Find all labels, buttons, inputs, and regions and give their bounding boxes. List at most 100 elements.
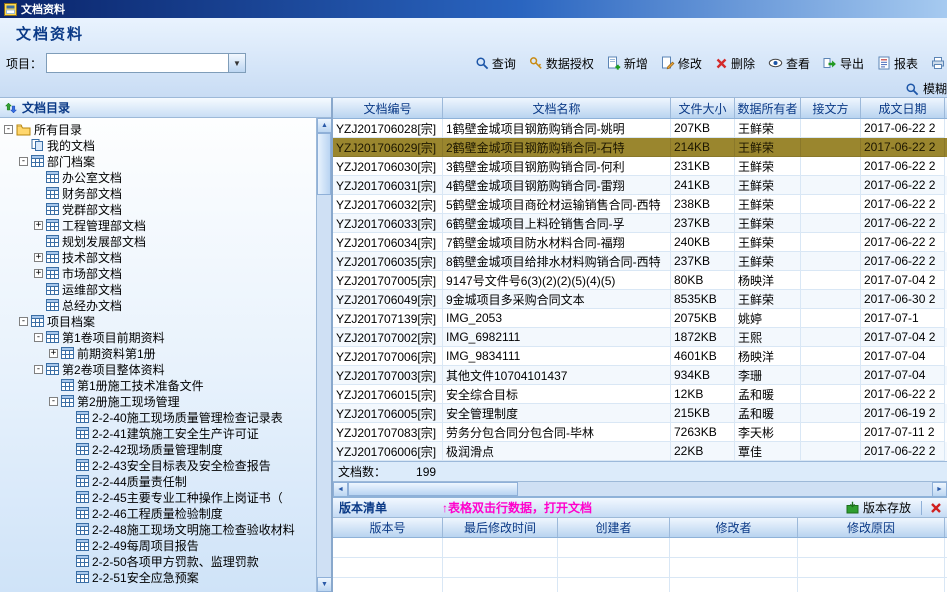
version-column-header[interactable]: 版本号 bbox=[333, 518, 443, 537]
expand-toggle[interactable]: - bbox=[34, 365, 43, 374]
table-row[interactable]: YZJ201707139[宗]IMG_20532075KB姚婷2017-07-1 bbox=[333, 309, 947, 328]
tree-item[interactable]: 2-2-40施工现场质量管理检查记录表 bbox=[0, 409, 316, 425]
table-row[interactable]: YZJ201706005[宗]安全管理制度215KB孟和暖2017-06-19 … bbox=[333, 404, 947, 423]
toolbar-button-authorize[interactable]: 数据授权 bbox=[529, 55, 594, 72]
table-row[interactable]: YZJ201707003[宗]其他文件10704101437934KB李珊201… bbox=[333, 366, 947, 385]
table-row[interactable]: YZJ201706035[宗]8鹤壁金城项目给排水材料购销合同-西特237KB王… bbox=[333, 252, 947, 271]
expand-toggle[interactable]: - bbox=[19, 157, 28, 166]
toolbar-button-report[interactable]: 报表 bbox=[877, 55, 918, 72]
tree-item[interactable]: 我的文档 bbox=[0, 137, 316, 153]
search-icon[interactable] bbox=[905, 82, 919, 96]
tree-item[interactable]: 2-2-51安全应急预案 bbox=[0, 569, 316, 585]
tree-item[interactable]: 2-2-46工程质量检验制度 bbox=[0, 505, 316, 521]
expand-toggle[interactable]: + bbox=[34, 253, 43, 262]
expand-toggle[interactable]: - bbox=[19, 317, 28, 326]
authorize-icon bbox=[529, 56, 543, 70]
tree-item[interactable]: 运维部文档 bbox=[0, 281, 316, 297]
horizontal-scrollbar-thumb[interactable] bbox=[348, 482, 518, 496]
table-row[interactable]: YZJ201706032[宗]5鹤壁金城项目商砼材运输销售合同-西特238KB王… bbox=[333, 195, 947, 214]
version-column-header[interactable]: 最后修改时间 bbox=[443, 518, 558, 537]
table-row[interactable]: YZJ201706028[宗]1鹤壁金城项目钢筋购销合同-姚明207KB王鲜荣2… bbox=[333, 119, 947, 138]
tree-item[interactable]: 2-2-48施工现场文明施工检查验收材料 bbox=[0, 521, 316, 537]
tree-item[interactable]: 财务部文档 bbox=[0, 185, 316, 201]
table-row[interactable]: YZJ201706049[宗]9金城项目多采购合同文本8535KB王鲜荣2017… bbox=[333, 290, 947, 309]
tree-scrollbar-thumb[interactable] bbox=[317, 133, 331, 195]
toolbar-button-printer[interactable] bbox=[931, 56, 945, 70]
tree-item[interactable]: +前期资料第1册 bbox=[0, 345, 316, 361]
version-column-header[interactable]: 修改者 bbox=[670, 518, 798, 537]
column-header[interactable]: 接文方 bbox=[801, 98, 861, 118]
tree-item[interactable]: -第2卷项目整体资料 bbox=[0, 361, 316, 377]
column-header[interactable]: 文件大小 bbox=[671, 98, 735, 118]
tree-item[interactable]: 2-2-44质量责任制 bbox=[0, 473, 316, 489]
tree-item[interactable]: 办公室文档 bbox=[0, 169, 316, 185]
tree-item[interactable]: +技术部文档 bbox=[0, 249, 316, 265]
table-row[interactable]: YZJ201707005[宗]9147号文件号6(3)(2)(2)(5)(4)(… bbox=[333, 271, 947, 290]
tree-item[interactable]: -第1卷项目前期资料 bbox=[0, 329, 316, 345]
tree-item[interactable]: 第1册施工技术准备文件 bbox=[0, 377, 316, 393]
delete-icon bbox=[715, 57, 728, 70]
expand-toggle[interactable]: + bbox=[34, 221, 43, 230]
tree-item[interactable]: -第2册施工现场管理 bbox=[0, 393, 316, 409]
tree-item[interactable]: 规划发展部文档 bbox=[0, 233, 316, 249]
tree-item[interactable]: 总经办文档 bbox=[0, 297, 316, 313]
toolbar-button-view[interactable]: 查看 bbox=[768, 55, 810, 72]
tree-item[interactable]: 2-2-42现场质量管理制度 bbox=[0, 441, 316, 457]
expand-toggle[interactable]: + bbox=[49, 349, 58, 358]
table-row[interactable]: YZJ201707006[宗]IMG_98341114601KB杨映洋2017-… bbox=[333, 347, 947, 366]
column-header[interactable]: 成文日期 bbox=[861, 98, 945, 118]
close-icon[interactable] bbox=[930, 502, 942, 514]
column-header[interactable]: 文档编号 bbox=[333, 98, 443, 118]
toolbar-button-delete[interactable]: 删除 bbox=[715, 55, 755, 72]
tree-item[interactable]: 党群部文档 bbox=[0, 201, 316, 217]
table-row[interactable]: YZJ201706029[宗]2鹤壁金城项目钢筋购销合同-石特214KB王鲜荣2… bbox=[333, 138, 947, 157]
project-combobox-value[interactable] bbox=[47, 54, 228, 72]
horizontal-scrollbar-track[interactable] bbox=[518, 482, 932, 496]
tree-item[interactable]: -项目档案 bbox=[0, 313, 316, 329]
expand-toggle[interactable]: + bbox=[34, 269, 43, 278]
table-row[interactable]: YZJ201707002[宗]IMG_69821111872KB王熙2017-0… bbox=[333, 328, 947, 347]
tree-item[interactable]: 2-2-45主要专业工种操作上岗证书（ bbox=[0, 489, 316, 505]
table-row[interactable]: YZJ201707083[宗]劳务分包合同分包合同-毕林7263KB李天彬201… bbox=[333, 423, 947, 442]
tree-item[interactable]: +市场部文档 bbox=[0, 265, 316, 281]
column-header[interactable]: 数据所有者 bbox=[735, 98, 801, 118]
table-row[interactable]: YZJ201706031[宗]4鹤壁金城项目钢筋购销合同-雷翔241KB王鲜荣2… bbox=[333, 176, 947, 195]
scroll-up-icon[interactable]: ▲ bbox=[317, 118, 331, 133]
version-column-header[interactable]: 修改原因 bbox=[798, 518, 945, 537]
scroll-right-icon[interactable]: ► bbox=[932, 482, 947, 497]
tree-item[interactable]: 2-2-49每周项目报告 bbox=[0, 537, 316, 553]
expand-toggle[interactable]: - bbox=[4, 125, 13, 134]
toolbar-button-export[interactable]: 导出 bbox=[823, 55, 864, 72]
table-cell bbox=[801, 309, 861, 328]
expand-toggle[interactable]: - bbox=[34, 333, 43, 342]
tree-item[interactable]: -部门档案 bbox=[0, 153, 316, 169]
tree-item[interactable]: -所有目录 bbox=[0, 121, 316, 137]
tree-item[interactable]: 2-2-41建筑施工安全生产许可证 bbox=[0, 425, 316, 441]
fuzzy-search[interactable]: 模糊 bbox=[905, 80, 947, 97]
combobox-dropdown-button[interactable]: ▼ bbox=[228, 54, 245, 72]
table-row[interactable]: YZJ201706034[宗]7鹤壁金城项目防水材料合同-福翔240KB王鲜荣2… bbox=[333, 233, 947, 252]
tree-item[interactable]: 2-2-43安全目标表及安全检查报告 bbox=[0, 457, 316, 473]
table-cell bbox=[801, 404, 861, 423]
window-titlebar[interactable]: 文档资料 bbox=[0, 0, 947, 18]
tree-item[interactable]: 2-2-50各项甲方罚款、监理罚款 bbox=[0, 553, 316, 569]
scroll-left-icon[interactable]: ◄ bbox=[333, 482, 348, 497]
version-column-header[interactable]: 创建者 bbox=[558, 518, 670, 537]
toolbar-button-search[interactable]: 查询 bbox=[475, 55, 516, 72]
toolbar-button-add[interactable]: 新增 bbox=[607, 55, 648, 72]
column-header[interactable]: 文档名称 bbox=[443, 98, 671, 118]
tree-scrollbar[interactable]: ▲ ▼ bbox=[316, 118, 331, 592]
table-row[interactable]: YZJ201706033[宗]6鹤壁金城项目上料砼销售合同-孚237KB王鲜荣2… bbox=[333, 214, 947, 233]
version-store-button[interactable]: 版本存放 bbox=[846, 499, 911, 516]
table-row[interactable]: YZJ201706015[宗]安全综合目标12KB孟和暖2017-06-22 2 bbox=[333, 385, 947, 404]
toolbar-button-edit[interactable]: 修改 bbox=[661, 55, 702, 72]
table-row[interactable]: YZJ201706030[宗]3鹤壁金城项目钢筋购销合同-何利231KB王鲜荣2… bbox=[333, 157, 947, 176]
table-row[interactable]: YZJ201706006[宗]极润滑点22KB覃佳2017-06-22 2 bbox=[333, 442, 947, 461]
project-combobox[interactable]: ▼ bbox=[46, 53, 246, 73]
scroll-down-icon[interactable]: ▼ bbox=[317, 577, 331, 592]
tree-item[interactable]: +工程管理部文档 bbox=[0, 217, 316, 233]
tree-scrollbar-track[interactable] bbox=[317, 195, 331, 577]
expand-toggle[interactable]: - bbox=[49, 397, 58, 406]
table-horizontal-scrollbar[interactable]: ◄ ► bbox=[333, 481, 947, 496]
edit-icon bbox=[661, 56, 675, 70]
